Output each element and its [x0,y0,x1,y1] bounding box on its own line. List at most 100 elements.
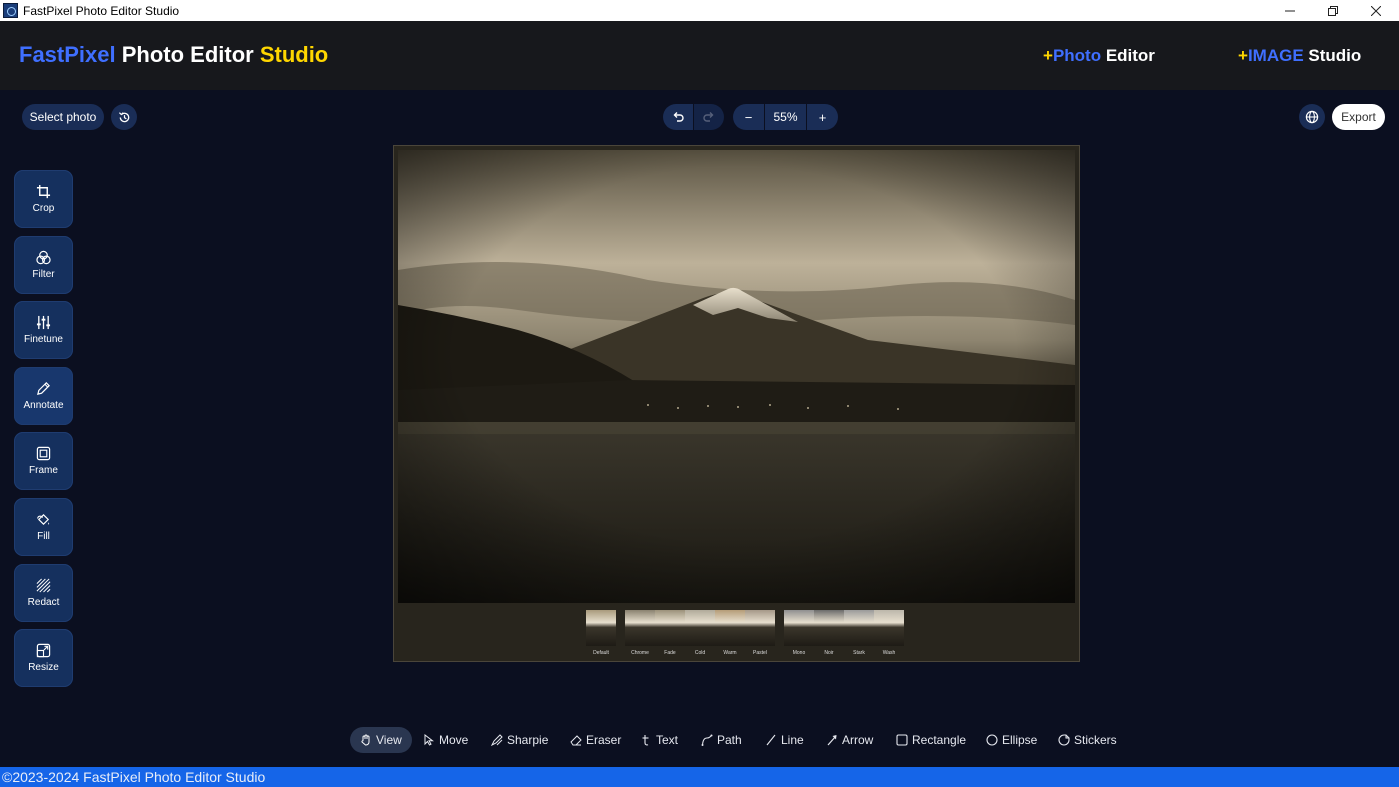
annotate-tool-line[interactable]: Line [765,727,804,753]
filter-thumb[interactable]: Cold [685,610,715,656]
tool-fill[interactable]: Fill [14,498,73,556]
annotate-tool-sharpie[interactable]: Sharpie [491,727,548,753]
tool-label: Filter [32,269,55,280]
app-icon [3,3,18,18]
restore-icon[interactable] [1311,0,1355,21]
zoom-out-button[interactable]: − [733,104,764,130]
line-icon [766,734,776,746]
photo-editor-link[interactable]: +Photo Editor [1043,46,1155,66]
app-header: FastPixel Photo Editor Studio +Photo Edi… [0,21,1399,90]
tool-label: Annotate [23,400,64,411]
filter-thumb[interactable]: Noir [814,610,844,656]
link-plus: + [1238,46,1248,65]
zoom-level: 55% [765,104,806,130]
tool-label: Fill [37,531,50,542]
link-plus: + [1043,46,1053,65]
annotate-tool-eraser[interactable]: Eraser [570,727,621,753]
link-accent: IMAGE [1247,46,1304,65]
export-button[interactable]: Export [1332,104,1385,130]
footer-copyright: ©2023-2024 FastPixel Photo Editor Studio [0,767,1399,787]
tool-filter[interactable]: Filter [14,236,73,294]
tool-label: Finetune [24,334,63,345]
minimize-icon[interactable] [1268,0,1312,21]
brand-logo: FastPixel Photo Editor Studio [19,42,328,68]
filter-label: Warm [723,650,737,656]
filter-group-gap [775,610,784,656]
tool-label: Redact [27,597,60,608]
filter-thumb[interactable]: Pastel [745,610,775,656]
filter-preview-image [715,610,745,646]
path-icon [701,734,713,746]
tool-label: Eraser [586,733,622,747]
tool-annotate[interactable]: Annotate [14,367,73,425]
undo-button[interactable] [663,104,693,130]
filter-label: Wash [882,650,896,656]
filter-label: Default [593,650,609,656]
tool-resize[interactable]: Resize [14,629,73,687]
photo-preview[interactable] [398,150,1075,603]
filter-group-gap [616,610,625,656]
tool-label: Stickers [1074,733,1117,747]
zoom-in-button[interactable]: + [807,104,838,130]
select-photo-button[interactable]: Select photo [22,104,104,130]
globe-icon[interactable] [1299,104,1325,130]
filter-icon [36,250,51,265]
tool-frame[interactable]: Frame [14,432,73,490]
tool-crop[interactable]: Crop [14,170,73,228]
tool-label: Rectangle [912,733,967,747]
tool-redact[interactable]: Redact [14,564,73,622]
filter-thumb[interactable]: Warm [715,610,745,656]
annotate-tool-stickers[interactable]: Stickers [1058,727,1117,753]
redo-button[interactable] [694,104,724,130]
cursor-icon [424,734,434,746]
image-canvas[interactable]: Default Chrome Fade Cold Warm Pastel Mono Noir S… [393,145,1080,662]
annotate-tool-ellipse[interactable]: Ellipse [986,727,1037,753]
tool-label: Text [656,733,679,747]
filter-preview-image [586,610,616,646]
tool-label: Move [439,733,469,747]
window-title: FastPixel Photo Editor Studio [23,3,180,18]
stickers-icon [1058,734,1070,746]
annotate-tool-arrow[interactable]: Arrow [826,727,873,753]
tool-finetune[interactable]: Finetune [14,301,73,359]
resize-icon [36,643,51,658]
filter-thumb[interactable]: Chrome [625,610,655,656]
filter-label: Cold [694,650,706,656]
arrow-icon [827,735,837,746]
filter-label: Fade [664,650,676,656]
tool-label: View [376,733,402,747]
filter-thumb[interactable]: Fade [655,610,685,656]
filter-thumb[interactable]: Wash [874,610,904,656]
annotate-tool-text[interactable]: Text [640,727,678,753]
annotate-tool-view[interactable]: View [350,727,412,753]
undo-icon [673,112,684,122]
tool-label: Crop [32,203,55,214]
fill-icon [37,513,50,526]
image-studio-link[interactable]: +IMAGE Studio [1238,46,1361,66]
tool-label: Resize [28,662,59,673]
crop-icon [36,184,51,199]
filter-preview-image [625,610,655,646]
sharpie-icon [491,734,503,746]
annotate-tool-rectangle[interactable]: Rectangle [896,727,966,753]
brand-part-1: FastPixel [19,42,116,67]
close-icon[interactable] [1354,0,1398,21]
tool-label: Arrow [842,733,874,747]
history-icon[interactable] [111,104,137,130]
filter-preview-image [814,610,844,646]
redo-icon [703,112,714,122]
filter-label: Chrome [631,650,649,656]
filter-thumb[interactable]: Stark [844,610,874,656]
link-accent: Photo [1052,46,1102,65]
filter-thumb[interactable]: Mono [784,610,814,656]
filter-thumb[interactable]: Default [586,610,616,656]
tool-label: Sharpie [507,733,549,747]
link-rest: Studio [1303,46,1362,65]
filter-preview-image [844,610,874,646]
annotate-tool-move[interactable]: Move [423,727,468,753]
text-icon [642,735,649,746]
filter-preview-image [784,610,814,646]
filter-preview-image [874,610,904,646]
filter-label: Noir [824,650,834,656]
annotate-tool-path[interactable]: Path [701,727,742,753]
